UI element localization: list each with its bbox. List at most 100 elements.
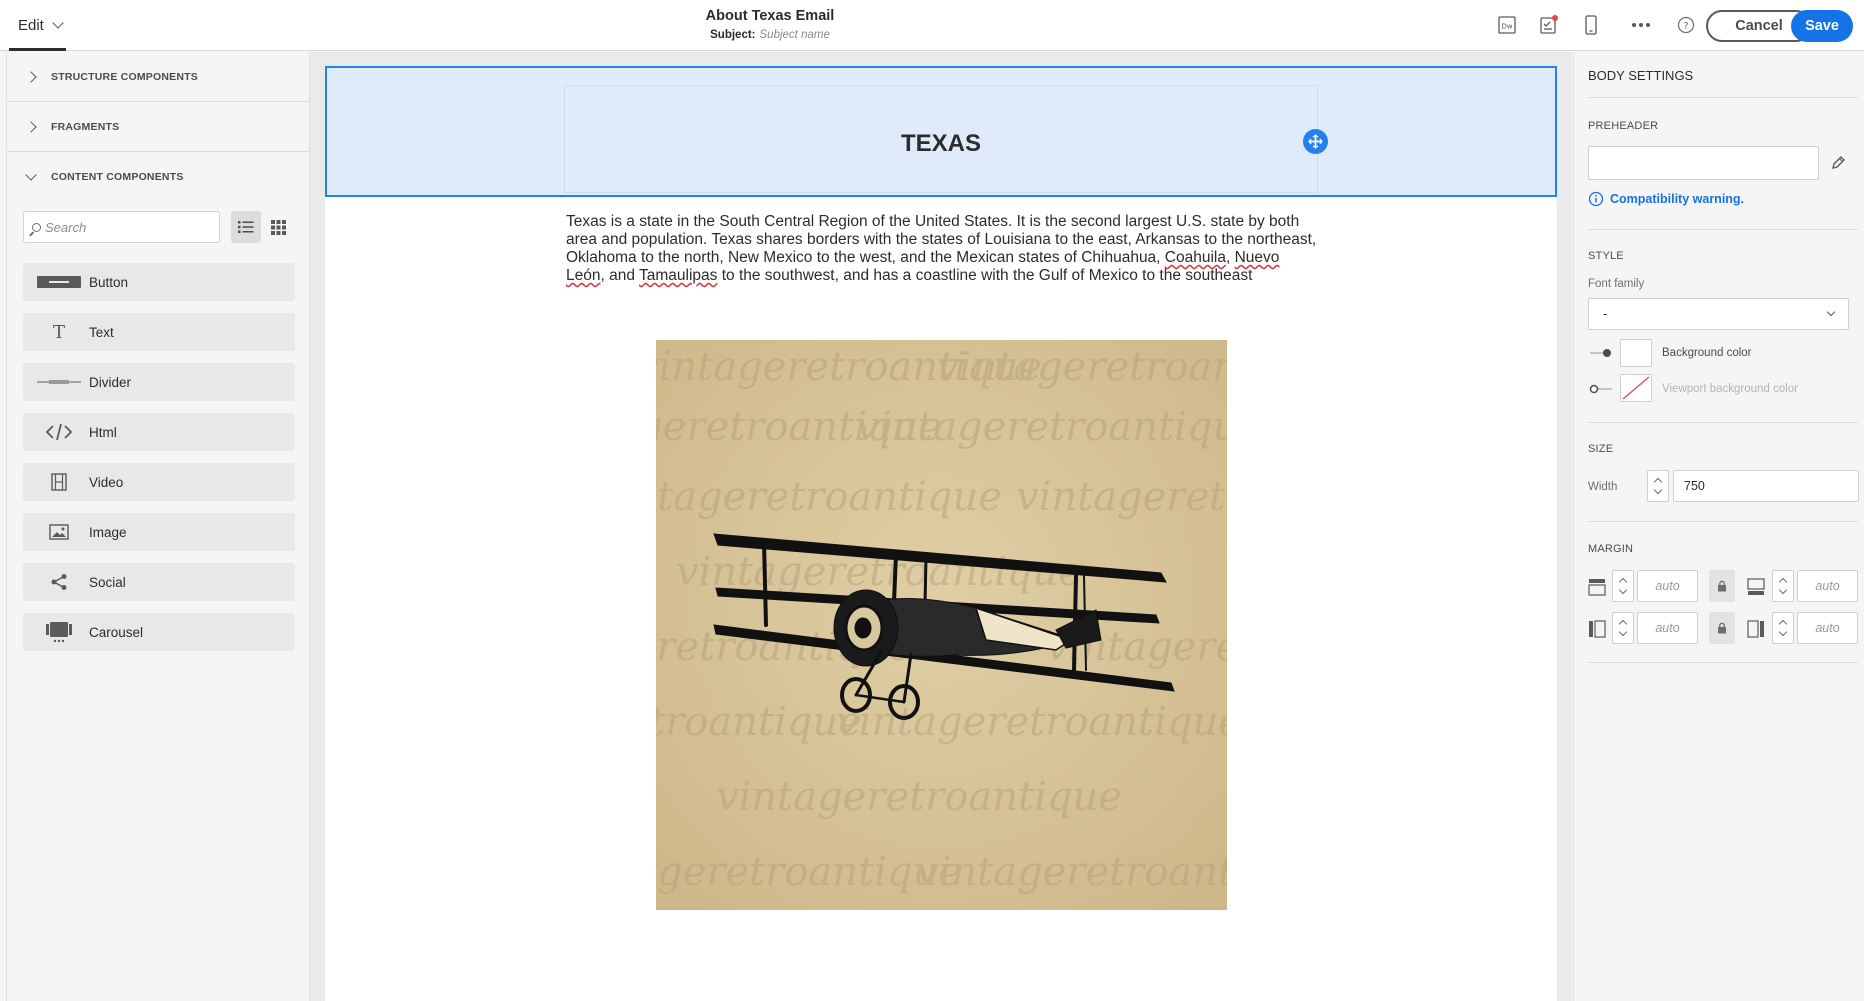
margin-label: MARGIN: [1588, 543, 1634, 555]
email-title-block: About Texas Email Subject: Subject name: [0, 8, 1540, 41]
font-family-select[interactable]: -: [1588, 298, 1849, 330]
component-label: Button: [89, 274, 129, 290]
search-placeholder: Search: [45, 219, 87, 235]
component-label: Image: [89, 524, 127, 540]
search-icon: [32, 222, 41, 232]
list-view-toggle[interactable]: [231, 211, 261, 243]
social-icon: [37, 573, 81, 591]
image-watermark: vintageretroantique: [656, 699, 862, 745]
component-html[interactable]: Html: [23, 413, 295, 451]
subject-label: Subject:: [710, 29, 756, 41]
margin-lock-vertical[interactable]: [1709, 570, 1735, 602]
component-image[interactable]: Image: [23, 513, 295, 551]
mobile-preview-icon[interactable]: [1580, 14, 1602, 36]
subject-line[interactable]: Subject: Subject name: [0, 29, 1540, 41]
image-icon: [37, 524, 81, 540]
margin-top-icon: [1588, 578, 1606, 601]
chevron-down-icon: [1826, 307, 1836, 317]
chevron-right-icon: [25, 70, 37, 83]
margin-bottom-stepper[interactable]: [1772, 570, 1794, 602]
width-label: Width: [1588, 481, 1618, 493]
section-label: STRUCTURE COMPONENTS: [51, 70, 198, 83]
margin-left-stepper[interactable]: [1612, 612, 1634, 644]
chevron-down-icon: [25, 168, 37, 181]
section-fragments[interactable]: FRAGMENTS: [7, 102, 310, 152]
margin-lock-horizontal[interactable]: [1709, 612, 1735, 644]
paragraph-text: ,: [1225, 249, 1235, 266]
component-video[interactable]: Video: [23, 463, 295, 501]
divider: [1588, 229, 1858, 230]
component-label: Video: [89, 474, 124, 490]
component-label: Html: [89, 424, 117, 440]
margin-right-input[interactable]: auto: [1797, 612, 1858, 644]
section-structure-components[interactable]: STRUCTURE COMPONENTS: [7, 52, 310, 102]
preheader-label: PREHEADER: [1588, 120, 1659, 132]
width-stepper[interactable]: [1647, 470, 1669, 502]
more-icon[interactable]: [1630, 14, 1652, 36]
margin-top-stepper[interactable]: [1612, 570, 1634, 602]
component-label: Social: [89, 574, 126, 590]
button-icon: [37, 276, 81, 288]
style-label: STYLE: [1588, 250, 1624, 262]
image-watermark: vintageretroantique: [656, 474, 1002, 520]
background-color-swatch[interactable]: [1620, 339, 1652, 367]
section-content-components[interactable]: CONTENT COMPONENTS: [7, 152, 310, 202]
video-icon: [37, 473, 81, 491]
component-label: Divider: [89, 374, 132, 390]
viewport-bg-label: Viewport background color: [1662, 383, 1798, 395]
component-carousel[interactable]: Carousel: [23, 613, 295, 651]
subject-placeholder: Subject name: [759, 29, 830, 41]
add-component-button[interactable]: [1303, 129, 1328, 154]
margin-top-input[interactable]: auto: [1637, 570, 1698, 602]
component-social[interactable]: Social: [23, 563, 295, 601]
section-label: CONTENT COMPONENTS: [51, 171, 184, 183]
component-label: Text: [89, 324, 114, 340]
divider: [1588, 97, 1858, 98]
image-watermark: vintageretroantique: [1016, 474, 1227, 520]
svg-text:T: T: [53, 323, 65, 341]
component-button[interactable]: Button: [23, 263, 295, 301]
edit-menu-underline: [9, 48, 66, 51]
margin-bottom-input[interactable]: auto: [1797, 570, 1858, 602]
font-family-value: -: [1603, 307, 1608, 321]
grid-view-toggle[interactable]: [263, 211, 293, 243]
top-bar: Edit About Texas Email Subject: Subject n…: [0, 0, 1864, 51]
preheader-input[interactable]: [1588, 146, 1819, 180]
checklist-icon[interactable]: [1538, 14, 1560, 36]
background-color-toggle[interactable]: [1588, 346, 1614, 365]
carousel-icon: [37, 621, 81, 643]
viewport-bg-swatch[interactable]: [1620, 374, 1652, 402]
margin-right-icon: [1747, 620, 1765, 643]
viewport-bg-toggle[interactable]: [1588, 382, 1614, 401]
component-label: Carousel: [89, 624, 144, 640]
list-view-icon: [238, 221, 254, 233]
email-paragraph[interactable]: Texas is a state in the South Central Re…: [566, 213, 1318, 285]
divider-icon: [37, 378, 81, 386]
width-input[interactable]: 750: [1673, 470, 1859, 502]
email-title: About Texas Email: [705, 8, 835, 24]
misspelled-word: Tamaulipas: [639, 267, 718, 284]
compatibility-warning[interactable]: Compatibility warning.: [1588, 191, 1744, 207]
margin-right-stepper[interactable]: [1772, 612, 1794, 644]
email-image[interactable]: vintageretroantique vintageretroantique …: [656, 340, 1227, 910]
image-watermark: vintageretroantique: [916, 849, 1227, 895]
grid-view-icon: [270, 219, 286, 235]
component-divider[interactable]: Divider: [23, 363, 295, 401]
dreamweaver-icon[interactable]: Dw: [1496, 14, 1518, 36]
body-settings-title: BODY SETTINGS: [1588, 68, 1694, 83]
pencil-icon[interactable]: [1830, 155, 1846, 176]
svg-text:Dw: Dw: [1501, 23, 1512, 31]
components-panel: STRUCTURE COMPONENTS FRAGMENTS CONTENT C…: [6, 52, 310, 1001]
search-input[interactable]: Search: [23, 211, 220, 243]
html-icon: [37, 423, 81, 441]
divider: [1588, 521, 1858, 522]
help-icon[interactable]: ?: [1675, 14, 1697, 36]
paragraph-text: , and: [600, 267, 639, 284]
divider: [1588, 662, 1858, 663]
component-text[interactable]: T Text: [23, 313, 295, 351]
lock-icon: [1718, 580, 1726, 592]
email-heading[interactable]: TEXAS: [564, 130, 1318, 158]
save-button[interactable]: Save: [1791, 10, 1853, 42]
compat-warning-text: Compatibility warning.: [1610, 192, 1745, 206]
margin-left-input[interactable]: auto: [1637, 612, 1698, 644]
